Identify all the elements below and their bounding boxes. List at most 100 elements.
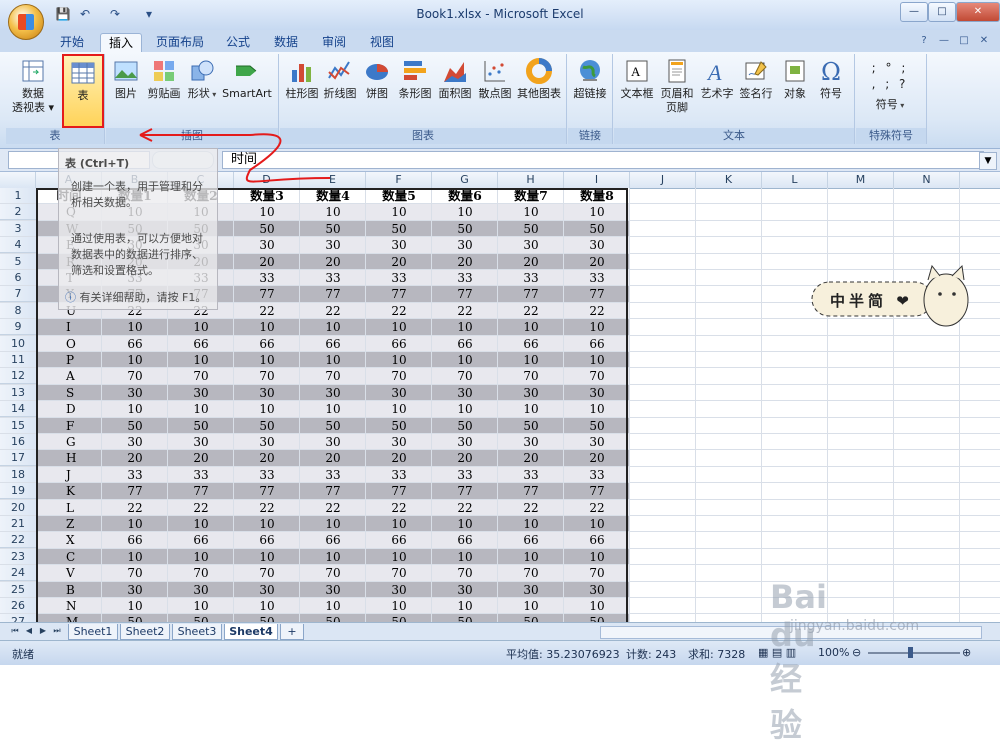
table-cell[interactable]: 66	[300, 336, 366, 352]
table-cell[interactable]: 22	[432, 303, 498, 319]
table-cell[interactable]: 10	[498, 549, 564, 565]
table-cell[interactable]: 66	[498, 336, 564, 352]
table-cell[interactable]: 22	[432, 500, 498, 516]
table-cell[interactable]: 20	[564, 254, 630, 270]
table-cell[interactable]: 10	[366, 319, 432, 335]
table-cell[interactable]: 10	[234, 204, 300, 220]
row-header[interactable]: 14	[0, 401, 36, 418]
table-cell[interactable]: 10	[168, 516, 234, 532]
table-cell[interactable]: 10	[102, 549, 168, 565]
table-header-cell[interactable]: 数量5	[366, 188, 432, 204]
table-cell[interactable]: 70	[102, 368, 168, 384]
table-cell[interactable]: J	[36, 467, 102, 483]
table-cell[interactable]: 30	[498, 434, 564, 450]
table-cell[interactable]: 20	[366, 450, 432, 466]
clipart-button[interactable]: 剪贴画	[144, 58, 184, 101]
zoom-in-icon[interactable]: ⊕	[962, 646, 971, 659]
row-header[interactable]: 13	[0, 384, 36, 401]
table-cell[interactable]: 66	[564, 336, 630, 352]
table-cell[interactable]: 22	[234, 303, 300, 319]
tab-data[interactable]: 数据	[268, 33, 304, 52]
table-cell[interactable]: 10	[564, 204, 630, 220]
table-cell[interactable]: 20	[168, 450, 234, 466]
table-cell[interactable]: 70	[498, 565, 564, 581]
table-cell[interactable]: 10	[300, 549, 366, 565]
table-cell[interactable]: 10	[234, 319, 300, 335]
table-cell[interactable]: 33	[432, 467, 498, 483]
table-header-cell[interactable]: 数量3	[234, 188, 300, 204]
table-cell[interactable]: 20	[432, 254, 498, 270]
table-cell[interactable]: 30	[168, 434, 234, 450]
table-cell[interactable]: 10	[564, 549, 630, 565]
table-button[interactable]: 表	[62, 54, 104, 128]
table-cell[interactable]: 10	[564, 401, 630, 417]
table-cell[interactable]: 30	[564, 237, 630, 253]
table-cell[interactable]: Z	[36, 516, 102, 532]
table-cell[interactable]: 10	[102, 598, 168, 614]
table-cell[interactable]: 10	[564, 598, 630, 614]
table-cell[interactable]: 30	[234, 237, 300, 253]
table-cell[interactable]: 70	[102, 565, 168, 581]
table-cell[interactable]: 66	[300, 532, 366, 548]
area-chart-button[interactable]: 面积图	[436, 58, 474, 101]
table-cell[interactable]: 33	[564, 270, 630, 286]
pie-chart-button[interactable]: 饼图	[360, 58, 394, 101]
row-header[interactable]: 12	[0, 368, 36, 385]
table-cell[interactable]: H	[36, 450, 102, 466]
table-cell[interactable]: A	[36, 368, 102, 384]
expand-formula-icon[interactable]: ▼	[979, 152, 997, 170]
column-header-n[interactable]: N	[894, 172, 960, 188]
table-cell[interactable]: 10	[168, 352, 234, 368]
close-button[interactable]: ✕	[956, 2, 1000, 22]
table-cell[interactable]: 50	[366, 221, 432, 237]
table-cell[interactable]: 33	[300, 467, 366, 483]
table-cell[interactable]: 50	[234, 418, 300, 434]
table-cell[interactable]: 10	[432, 516, 498, 532]
column-header-i[interactable]: I	[564, 172, 630, 188]
table-cell[interactable]: C	[36, 549, 102, 565]
header-footer-button[interactable]: 页眉和 页脚	[658, 58, 696, 115]
table-cell[interactable]: 30	[234, 582, 300, 598]
row-header[interactable]: 21	[0, 516, 36, 532]
table-cell[interactable]: 33	[366, 467, 432, 483]
table-cell[interactable]: 66	[498, 532, 564, 548]
table-cell[interactable]: 30	[432, 434, 498, 450]
table-cell[interactable]: 30	[366, 385, 432, 401]
table-cell[interactable]: 77	[168, 483, 234, 499]
table-cell[interactable]: 70	[168, 368, 234, 384]
pivot-table-button[interactable]: 数据 透视表 ▾	[8, 58, 58, 115]
table-cell[interactable]: 33	[498, 270, 564, 286]
table-cell[interactable]: 50	[168, 614, 234, 622]
table-cell[interactable]: 20	[432, 450, 498, 466]
row-header[interactable]: 20	[0, 499, 36, 516]
table-cell[interactable]: 33	[234, 270, 300, 286]
table-cell[interactable]: 50	[234, 614, 300, 622]
row-header[interactable]: 15	[0, 417, 36, 434]
table-cell[interactable]: 50	[432, 221, 498, 237]
table-cell[interactable]: 70	[564, 368, 630, 384]
wordart-button[interactable]: A 艺术字	[698, 58, 736, 101]
textbox-button[interactable]: A 文本框	[618, 58, 656, 101]
table-cell[interactable]: 70	[168, 565, 234, 581]
table-cell[interactable]: 33	[498, 467, 564, 483]
scatter-chart-button[interactable]: 散点图	[476, 58, 514, 101]
zoom-slider-thumb[interactable]	[908, 647, 913, 658]
table-cell[interactable]: O	[36, 336, 102, 352]
table-cell[interactable]: 77	[498, 483, 564, 499]
table-cell[interactable]: 30	[102, 582, 168, 598]
zoom-level[interactable]: 100%	[818, 646, 849, 659]
table-cell[interactable]: 10	[234, 401, 300, 417]
table-cell[interactable]: 70	[498, 368, 564, 384]
table-cell[interactable]: 10	[366, 516, 432, 532]
column-header-f[interactable]: F	[366, 172, 432, 188]
table-cell[interactable]: 20	[234, 254, 300, 270]
table-cell[interactable]: 50	[300, 221, 366, 237]
table-cell[interactable]: 10	[366, 401, 432, 417]
table-cell[interactable]: L	[36, 500, 102, 516]
table-cell[interactable]: 10	[168, 319, 234, 335]
table-cell[interactable]: X	[36, 532, 102, 548]
hyperlink-button[interactable]: 超链接	[570, 58, 610, 101]
table-cell[interactable]: 22	[168, 500, 234, 516]
table-cell[interactable]: 10	[366, 598, 432, 614]
table-cell[interactable]: 22	[300, 500, 366, 516]
